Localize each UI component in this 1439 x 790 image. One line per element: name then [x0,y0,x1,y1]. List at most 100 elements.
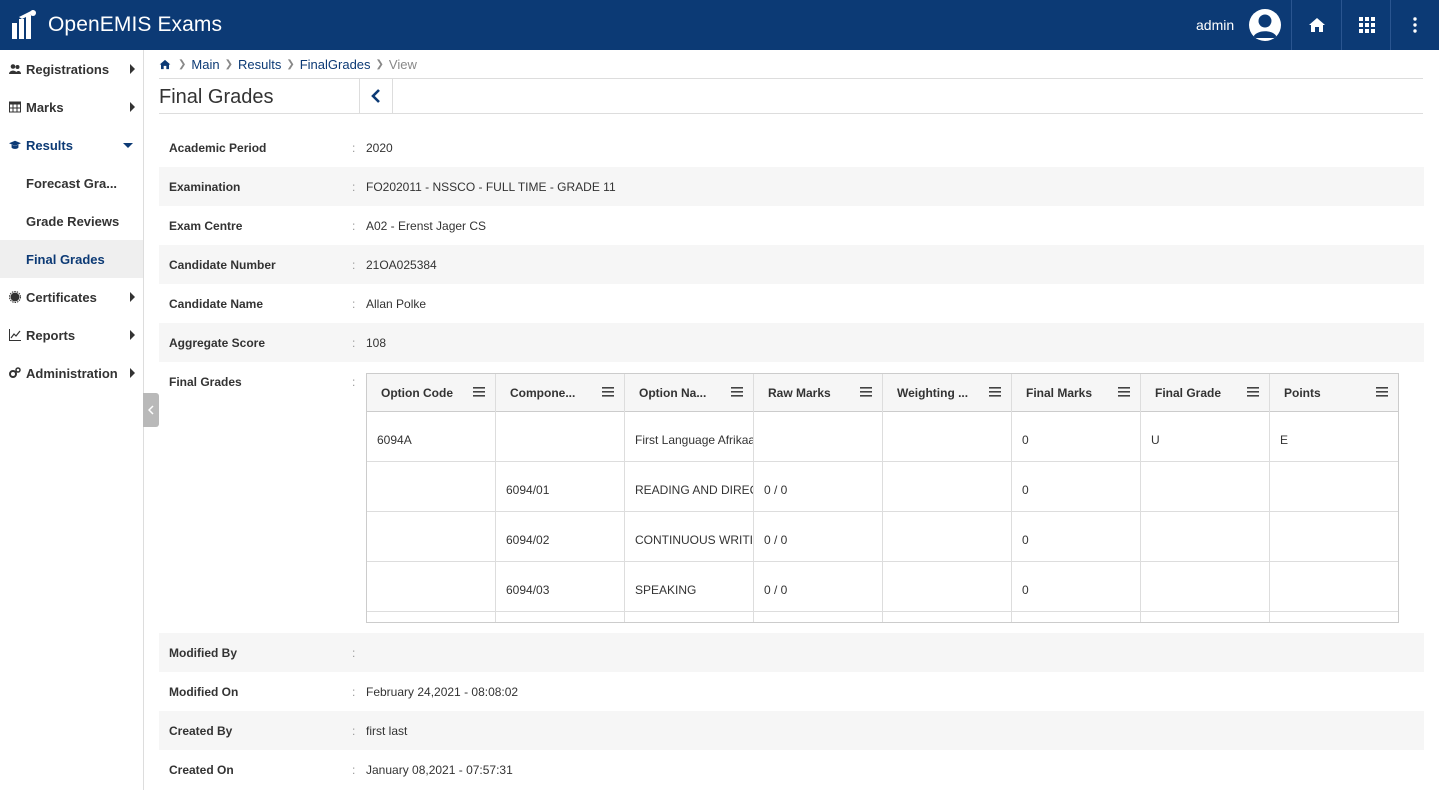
column-header[interactable]: Option Na... [625,374,754,412]
column-header[interactable]: Raw Marks [754,374,883,412]
sidebar-subitem-final-grades[interactable]: Final Grades [0,240,143,278]
detail-colon: : [352,375,356,389]
column-menu-icon[interactable] [1247,387,1259,397]
table-cell [1270,562,1398,612]
sidebar-item-label: Marks [26,99,64,115]
openemis-logo-icon [12,10,36,39]
breadcrumb-final-grades[interactable]: FinalGrades [300,57,371,72]
table-cell [496,412,625,462]
column-menu-icon[interactable] [473,387,485,397]
top-bar: OpenEMIS Exams admin [0,0,1439,50]
column-header[interactable]: Weighting ... [883,374,1012,412]
column-menu-icon[interactable] [860,387,872,397]
detail-row-exam-centre: Exam Centre : A02 - Erenst Jager CS [159,206,1424,245]
sidebar-item-marks[interactable]: Marks [0,88,143,126]
column-menu-icon[interactable] [731,387,743,397]
final-grades-table: Option Code Compone... Option Na... Raw Mar… [366,373,1399,623]
detail-value: Allan Polke [366,297,427,311]
detail-colon: : [352,180,356,194]
breadcrumb-main[interactable]: Main [191,57,219,72]
table-cell-text: 0 / 0 [764,583,788,597]
table-cell: 0 / 0 [754,462,883,512]
detail-label: Modified By [169,646,237,660]
breadcrumb-current: View [388,56,417,72]
table-cell [883,512,1012,562]
column-header[interactable]: Compone... [496,374,625,412]
table-cell [1270,512,1398,562]
detail-row-aggregate-score: Aggregate Score : 108 [159,323,1424,362]
table-cell-text: 0 / 0 [764,533,788,547]
table-cell [883,612,1012,622]
table-cell [367,612,496,622]
users-icon [9,64,21,74]
home-button[interactable] [1291,0,1341,50]
table-cell [1012,612,1141,622]
detail-label: Candidate Name [169,297,264,311]
detail-label: Final Grades [169,375,242,389]
sidebar-item-label: Certificates [26,289,97,305]
column-menu-icon[interactable] [1376,387,1388,397]
column-menu-icon[interactable] [1118,387,1130,397]
table-cell-text: 0 [1022,433,1029,447]
column-header[interactable]: Points [1270,374,1398,412]
column-menu-icon[interactable] [989,387,1001,397]
table-cell [1270,462,1398,512]
table-cell [496,612,625,622]
column-header[interactable]: Final Grade [1141,374,1270,412]
home-icon [1308,18,1325,32]
table-cell: 6094/01 [496,462,625,512]
detail-label: Exam Centre [169,219,243,233]
chevron-right-icon [130,330,135,340]
home-icon[interactable] [159,59,171,70]
table-cell [1141,512,1270,562]
table-cell [1270,612,1398,622]
detail-value: first last [366,724,408,738]
column-header[interactable]: Option Code [367,374,496,412]
graduation-cap-icon [9,140,21,149]
column-header-label: Final Marks [1026,386,1093,400]
table-row[interactable]: 6094/02 CONTINUOUS WRITII 0 / 0 0 [367,512,1398,562]
table-row[interactable]: 6094/01 READING AND DIREC 0 / 0 0 [367,462,1398,512]
sidebar-item-label: Results [26,137,73,153]
more-vertical-icon [1413,17,1417,33]
column-header[interactable]: Final Marks [1012,374,1141,412]
table-row[interactable]: 6094A First Language Afrikaa 0 U E [367,412,1398,462]
detail-value: 108 [366,336,387,350]
table-cell [367,562,496,612]
sidebar-collapse-toggle[interactable] [143,393,159,427]
sidebar-item-results[interactable]: Results [0,126,143,164]
table-row[interactable] [367,612,1398,622]
sidebar-item-administration[interactable]: Administration [0,354,143,392]
table-icon [9,101,21,113]
table-row[interactable]: 6094/03 SPEAKING 0 / 0 0 [367,562,1398,612]
table-cell-text: First Language Afrikaa [635,433,754,447]
table-cell-text: READING AND DIREC [635,483,754,497]
table-cell [367,462,496,512]
breadcrumb-results[interactable]: Results [238,57,281,72]
sidebar-item-reports[interactable]: Reports [0,316,143,354]
table-cell [754,612,883,622]
sidebar-subitem-grade-reviews[interactable]: Grade Reviews [0,202,143,240]
table-cell-text: SPEAKING [635,583,697,597]
table-cell [883,562,1012,612]
detail-colon: : [352,297,356,311]
brand[interactable]: OpenEMIS Exams [10,8,222,42]
sidebar-subitem-forecast-grades[interactable]: Forecast Gra... [0,164,143,202]
detail-colon: : [352,141,356,155]
column-menu-icon[interactable] [602,387,614,397]
back-button[interactable] [359,78,393,114]
table-cell: 6094A [367,412,496,462]
sidebar-item-certificates[interactable]: Certificates [0,278,143,316]
more-menu-button[interactable] [1390,0,1439,50]
table-cell [1141,612,1270,622]
table-cell: E [1270,412,1398,462]
detail-value: FO202011 - NSSCO - FULL TIME - GRADE 11 [366,180,616,194]
detail-row-created-by: Created By : first last [159,711,1424,750]
sidebar-item-registrations[interactable]: Registrations [0,50,143,88]
user-avatar-icon[interactable] [1249,9,1281,41]
user-name[interactable]: admin [1196,17,1234,33]
detail-row-modified-by: Modified By : [159,633,1424,672]
apps-button[interactable] [1341,0,1391,50]
table-cell-text: 0 [1022,583,1029,597]
table-cell-text: 0 [1022,533,1029,547]
